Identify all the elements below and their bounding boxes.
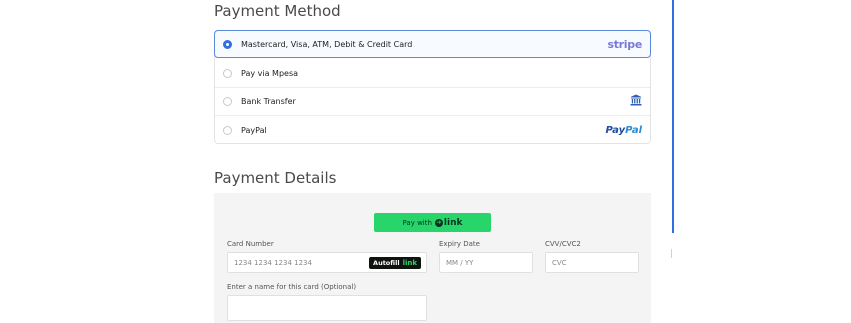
cvv-input[interactable]: CVC [545,252,639,273]
payment-option-card[interactable]: Mastercard, Visa, ATM, Debit & Credit Ca… [214,30,651,58]
payment-option-mpesa[interactable]: Pay via Mpesa [215,60,650,88]
payment-option-card-label: Mastercard, Visa, ATM, Debit & Credit Ca… [241,39,413,49]
payment-option-bank-label: Bank Transfer [241,97,296,106]
payment-option-paypal[interactable]: PayPal PayPal [215,116,650,144]
payment-option-bank[interactable]: Bank Transfer [215,88,650,116]
payment-details-title: Payment Details [214,169,337,187]
radio-card[interactable] [223,39,232,49]
link-brand-word: link [443,217,463,228]
expiry-placeholder: MM / YY [446,258,474,267]
card-name-input[interactable] [227,295,427,321]
radio-paypal[interactable] [223,125,232,135]
stripe-logo: stripe [607,37,642,51]
sidebar-divider [671,249,672,258]
sidebar-accent-line [672,0,674,233]
card-number-input[interactable]: 1234 1234 1234 1234 Autofill link [227,252,427,273]
pay-with-label: Pay with [402,218,432,227]
pay-with-link-button[interactable]: Pay with ➜ link [374,213,491,232]
card-number-placeholder: 1234 1234 1234 1234 [234,258,312,267]
paypal-logo-pal: Pal [625,124,642,136]
payment-option-mpesa-label: Pay via Mpesa [241,69,299,78]
payment-method-list: Mastercard, Visa, ATM, Debit & Credit Ca… [214,30,651,144]
expiry-label: Expiry Date [439,240,480,248]
link-arrow-icon: ➜ [434,218,443,227]
radio-mpesa[interactable] [223,69,232,78]
cvv-label: CVV/CVC2 [545,240,581,248]
expiry-input[interactable]: MM / YY [439,252,533,273]
card-name-label: Enter a name for this card (Optional) [227,283,357,291]
payment-details-panel: Pay with ➜ link Card Number 1234 1234 12… [214,193,651,323]
paypal-logo: PayPal [605,125,642,136]
paypal-logo-pay: Pay [605,124,626,136]
card-number-label: Card Number [227,240,274,248]
radio-bank[interactable] [223,97,232,106]
cvv-placeholder: CVC [552,258,567,267]
autofill-link-button[interactable]: Autofill link [369,257,421,269]
autofill-link-word: link [402,259,417,267]
autofill-label: Autofill [373,259,400,267]
payment-method-title: Payment Method [214,2,341,20]
payment-option-paypal-label: PayPal [241,125,267,135]
bank-icon [630,93,642,111]
